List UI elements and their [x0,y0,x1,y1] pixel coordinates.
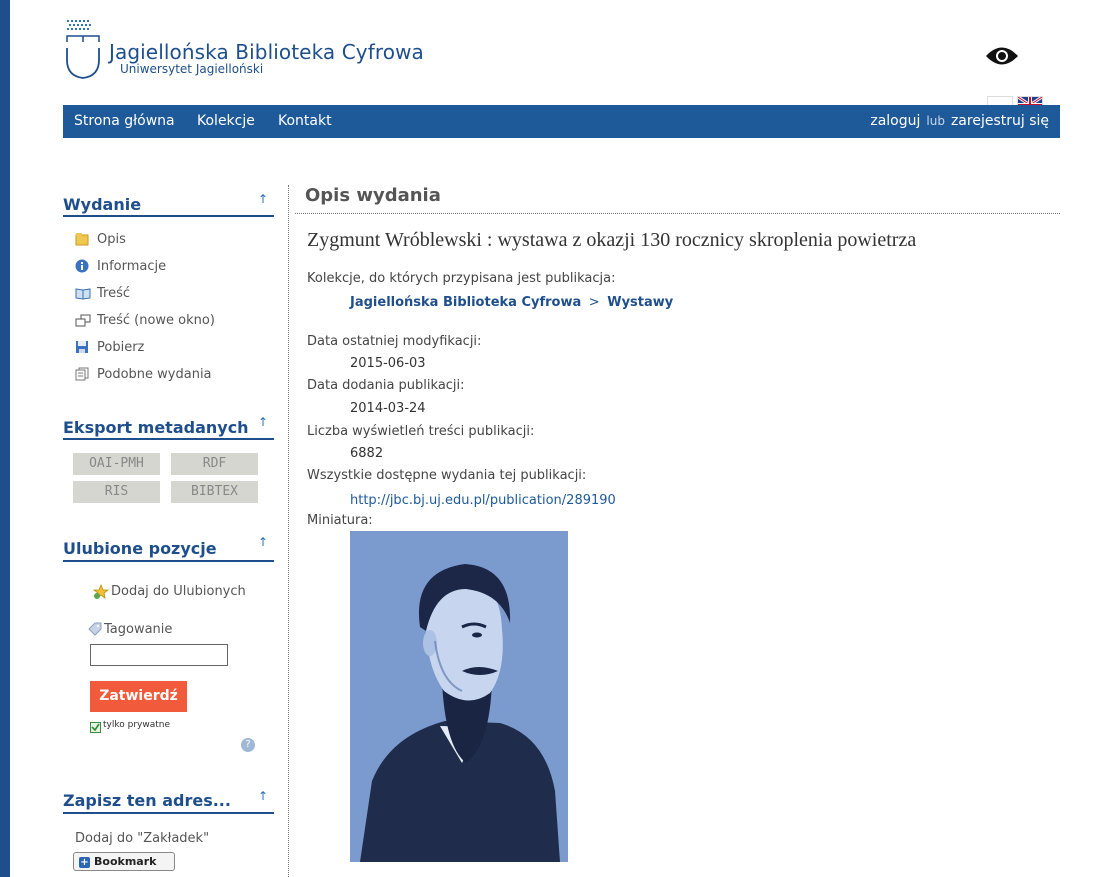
thumbnail-label: Miniatura: [307,513,373,528]
divider [63,812,274,814]
star-add-icon [92,583,110,599]
sidebar-item-similar[interactable]: Podobne wydania [75,364,212,384]
collections-label: Kolekcje, do których przypisana jest pub… [307,271,616,286]
portrait-illustration [350,531,568,862]
collapse-arrow-icon[interactable]: ↑ [258,535,268,549]
save-icon [75,340,89,354]
export-rdf-button[interactable]: RDF [171,453,258,475]
collapse-arrow-icon[interactable]: ↑ [258,789,268,803]
sidebar-item-label: Opis [97,231,126,247]
private-only-label: tylko prywatne [103,720,170,730]
collection-leaf-link[interactable]: Wystawy [607,295,673,310]
sidebar-item-label: Treść [97,285,131,301]
tag-icon [88,622,102,636]
collection-breadcrumb: Jagiellońska Biblioteka Cyfrowa > Wystaw… [350,295,673,310]
divider [63,560,274,562]
export-oai-pmh-button[interactable]: OAI-PMH [73,453,160,475]
edition-heading: Wydanie [63,195,142,214]
collection-root-link[interactable]: Jagiellońska Biblioteka Cyfrowa [350,295,581,310]
sidebar-item-label: Informacje [97,258,167,274]
tagging-label: Tagowanie [104,621,173,637]
sidebar-item-content[interactable]: Treść [75,283,130,303]
nav-collections[interactable]: Kolekcje [197,113,255,129]
library-logo-icon[interactable] [65,18,101,80]
sidebar: Wydanie ↑ Opis Informacje Treść Treść (n… [63,185,278,877]
publication-thumbnail[interactable] [350,531,568,862]
sidebar-item-label: Podobne wydania [97,366,212,382]
editions-label: Wszystkie dostępne wydania tej publikacj… [307,468,587,483]
sidebar-item-download[interactable]: Pobierz [75,337,144,357]
modified-value: 2015-06-03 [350,356,426,371]
tag-input[interactable] [90,644,228,666]
main-content: Opis wydania Zygmunt Wróblewski : wystaw… [295,185,1060,877]
site-title[interactable]: Jagiellońska Biblioteka Cyfrowa [109,40,424,64]
auth-links: zaloguj lub zarejestruj się [870,113,1049,129]
new-window-icon [75,313,91,327]
export-ris-button[interactable]: RIS [73,481,160,503]
add-to-favorites-label: Dodaj do Ulubionych [111,583,246,599]
divider [63,438,274,440]
sidebar-item-label: Treść (nowe okno) [97,312,215,328]
accessibility-eye-icon[interactable] [985,45,1019,67]
info-icon [75,259,89,273]
collapse-arrow-icon[interactable]: ↑ [258,415,268,429]
main-navigation: Strona główna Kolekcje Kontakt zaloguj lu… [63,105,1060,138]
breadcrumb-separator: > [588,295,600,310]
plus-icon: + [79,857,90,868]
nav-contact[interactable]: Kontakt [278,113,332,129]
sidebar-item-description[interactable]: Opis [75,229,126,249]
sidebar-item-content-new-window[interactable]: Treść (nowe okno) [75,310,215,330]
or-text: lub [926,114,945,128]
nav-home[interactable]: Strona główna [74,113,175,129]
site-header: Jagiellońska Biblioteka Cyfrowa Uniwersy… [65,14,1065,114]
added-label: Data dodania publikacji: [307,378,465,393]
site-subtitle: Uniwersytet Jagielloński [120,62,264,76]
tagging-label-row: Tagowanie [88,619,172,639]
submit-button[interactable]: Zatwierdź [90,681,187,712]
editions-link[interactable]: http://jbc.bj.uj.edu.pl/publication/2891… [350,493,616,508]
heading-divider [295,213,1060,214]
help-icon[interactable]: ? [241,738,255,752]
sidebar-item-label: Pobierz [97,339,145,355]
collapse-arrow-icon[interactable]: ↑ [258,192,268,206]
export-heading: Eksport metadanych [63,418,249,437]
similar-icon [75,367,89,381]
views-value: 6882 [350,446,384,461]
bookmark-button-label: Bookmark [94,855,157,868]
bookmark-heading: Zapisz ten adres... [63,791,231,810]
description-icon [75,232,89,246]
favorites-heading: Ulubione pozycje [63,539,217,558]
added-value: 2014-03-24 [350,401,426,416]
book-icon [75,286,91,300]
publication-title: Zygmunt Wróblewski : wystawa z okazji 13… [307,229,917,251]
private-only-checkbox[interactable] [90,722,101,733]
add-to-favorites-button[interactable]: Dodaj do Ulubionych [92,581,246,601]
bookmark-text: Dodaj do "Zakładek" [75,831,210,846]
views-label: Liczba wyświetleń treści publikacji: [307,424,535,439]
page-heading: Opis wydania [305,185,441,206]
export-bibtex-button[interactable]: BIBTEX [171,481,258,503]
login-link[interactable]: zaloguj [870,113,920,129]
column-separator [288,185,289,877]
left-accent-bar [0,0,10,877]
sidebar-item-information[interactable]: Informacje [75,256,166,276]
divider [63,215,274,217]
modified-label: Data ostatniej modyfikacji: [307,334,482,349]
bookmark-button[interactable]: + Bookmark [73,852,175,871]
register-link[interactable]: zarejestruj się [951,113,1049,129]
